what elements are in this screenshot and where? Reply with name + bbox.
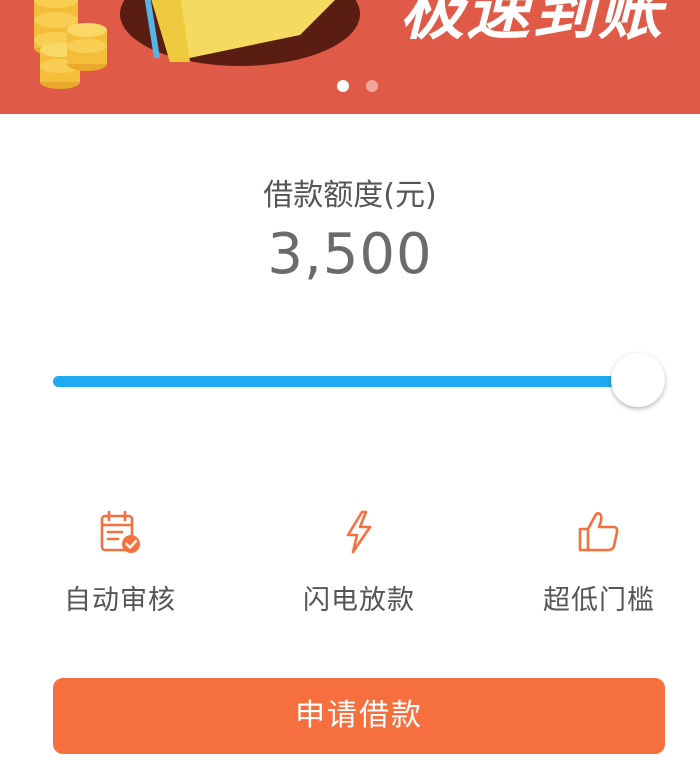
feature-label: 闪电放款 (303, 585, 415, 616)
feature-label: 超低门槛 (543, 585, 655, 616)
coin-stack-right (67, 23, 107, 71)
carousel-dots (337, 80, 378, 92)
loan-amount-label: 借款额度(元) (263, 178, 437, 213)
amount-slider-track[interactable] (53, 376, 633, 387)
thumbs-up-icon (578, 512, 619, 552)
calendar-check-icon (100, 510, 140, 553)
feature-auto-review: 自动审核 (40, 508, 200, 617)
carousel-dot-inactive[interactable] (366, 80, 378, 92)
banner-headline: 极速到账 (400, 0, 664, 49)
promo-banner[interactable]: 极速到账 (0, 0, 700, 114)
lightning-icon (346, 510, 372, 554)
feature-fast-payout: 闪电放款 (279, 508, 439, 617)
amount-slider-fill (53, 376, 633, 387)
carousel-dot-active[interactable] (337, 80, 349, 92)
feature-label: 自动审核 (64, 585, 176, 616)
feature-low-threshold: 超低门槛 (519, 508, 679, 617)
amount-slider-thumb[interactable] (611, 353, 665, 407)
loan-page: 极速到账 借款额度(元) 3,500 自动审核 闪电放款 超低门槛 申请借款 (0, 0, 700, 781)
loan-amount-value: 3,500 (267, 222, 433, 287)
apply-loan-button[interactable]: 申请借款 (53, 678, 665, 754)
